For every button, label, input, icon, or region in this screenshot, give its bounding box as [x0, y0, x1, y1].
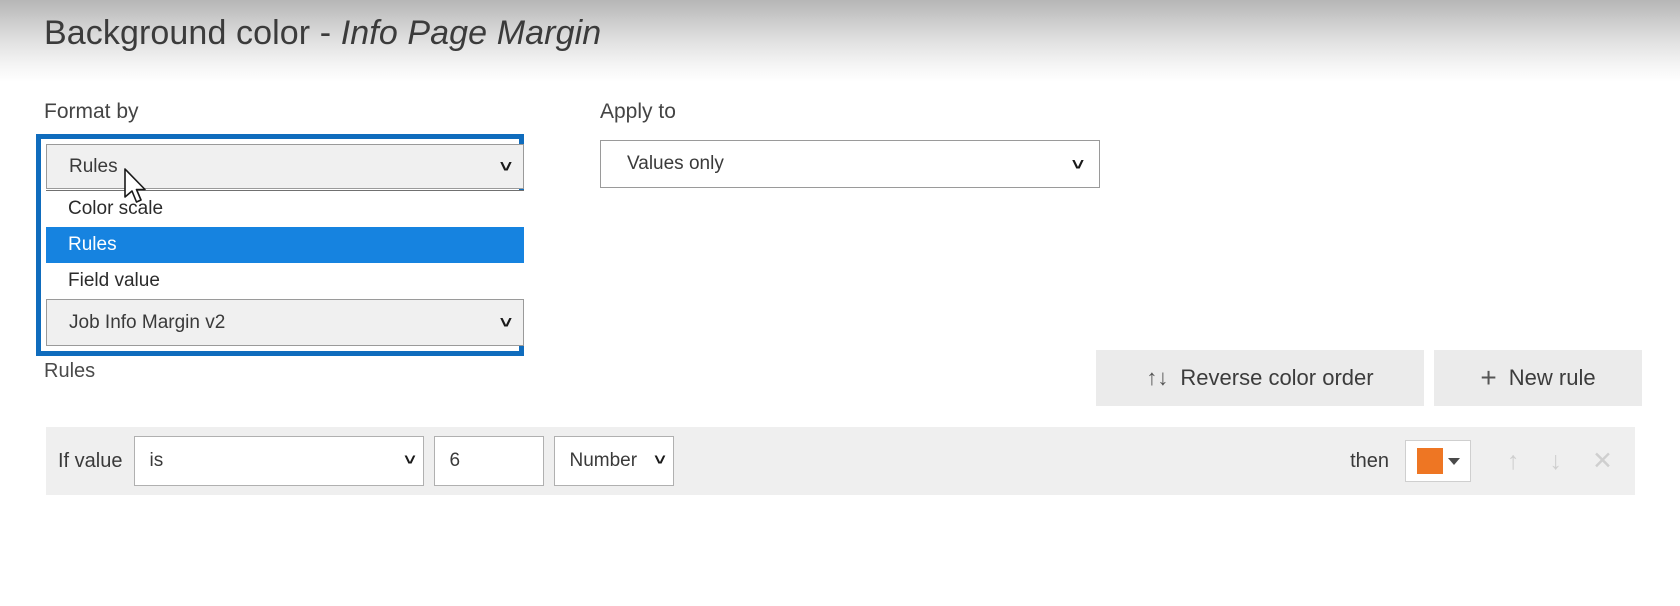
format-by-label: Format by [44, 100, 139, 123]
plus-icon: + [1480, 362, 1497, 393]
background-color-dialog: Background color - Info Page Margin Form… [0, 0, 1680, 606]
page-title-field: Info Page Margin [340, 14, 602, 52]
dialog-body: Format by Rules ˅ Color scale Rules Fiel… [0, 82, 1680, 606]
move-rule-up-icon[interactable]: ↑ [1507, 448, 1520, 474]
rule-condition-select[interactable]: is ˅ [134, 436, 425, 486]
if-value-label: If value [58, 449, 123, 472]
option-color-scale[interactable]: Color scale [46, 191, 524, 227]
rule-row: If value is ˅ 6 Number ˅ then ↑ ↓ ✕ [46, 427, 1635, 495]
chevron-down-icon: ˅ [404, 452, 416, 469]
remove-rule-icon[interactable]: ✕ [1592, 448, 1613, 474]
option-rules[interactable]: Rules [46, 227, 524, 263]
move-rule-down-icon[interactable]: ↓ [1550, 448, 1563, 474]
rules-section-label: Rules [44, 360, 96, 382]
then-label: then [1350, 449, 1390, 472]
rule-condition-value: is [149, 450, 164, 471]
new-rule-button[interactable]: + New rule [1434, 350, 1642, 406]
format-by-combo-group[interactable]: Rules ˅ Color scale Rules Field value Jo… [36, 134, 524, 356]
rule-color-picker[interactable] [1405, 440, 1472, 482]
reverse-color-order-label: Reverse color order [1180, 365, 1374, 390]
format-by-field-value: Job Info Margin v2 [69, 311, 226, 333]
format-by-option-list[interactable]: Color scale Rules Field value [46, 190, 524, 300]
rule-value-text: 6 [449, 450, 461, 471]
rule-value-type-select[interactable]: Number ˅ [554, 436, 675, 486]
apply-to-select[interactable]: Values only ˅ [600, 140, 1100, 188]
format-by-field-select[interactable]: Job Info Margin v2 ˅ [46, 299, 524, 346]
reverse-color-order-button[interactable]: ↑↓ Reverse color order [1096, 350, 1424, 406]
page-title-main: Background color - [44, 14, 341, 52]
chevron-down-icon: ˅ [499, 157, 513, 176]
apply-to-label: Apply to [600, 100, 676, 123]
chevron-down-icon: ˅ [499, 313, 513, 332]
new-rule-label: New rule [1508, 365, 1596, 390]
rule-value-type-text: Number [569, 450, 638, 471]
chevron-down-icon: ˅ [654, 452, 666, 469]
sort-arrows-icon: ↑↓ [1146, 365, 1169, 390]
chevron-down-icon [1447, 457, 1460, 465]
rule-value-input[interactable]: 6 [434, 436, 545, 486]
format-by-selected-value: Rules [69, 155, 118, 177]
dialog-header: Background color - Info Page Margin [0, 0, 1680, 82]
rule-row-actions: ↑ ↓ ✕ [1507, 448, 1613, 474]
format-by-select[interactable]: Rules ˅ [46, 144, 524, 189]
option-field-value[interactable]: Field value [46, 263, 524, 299]
page-title: Background color - Info Page Margin [44, 14, 601, 53]
apply-to-selected-value: Values only [627, 153, 724, 174]
color-swatch [1416, 448, 1443, 474]
chevron-down-icon: ˅ [1071, 154, 1085, 174]
